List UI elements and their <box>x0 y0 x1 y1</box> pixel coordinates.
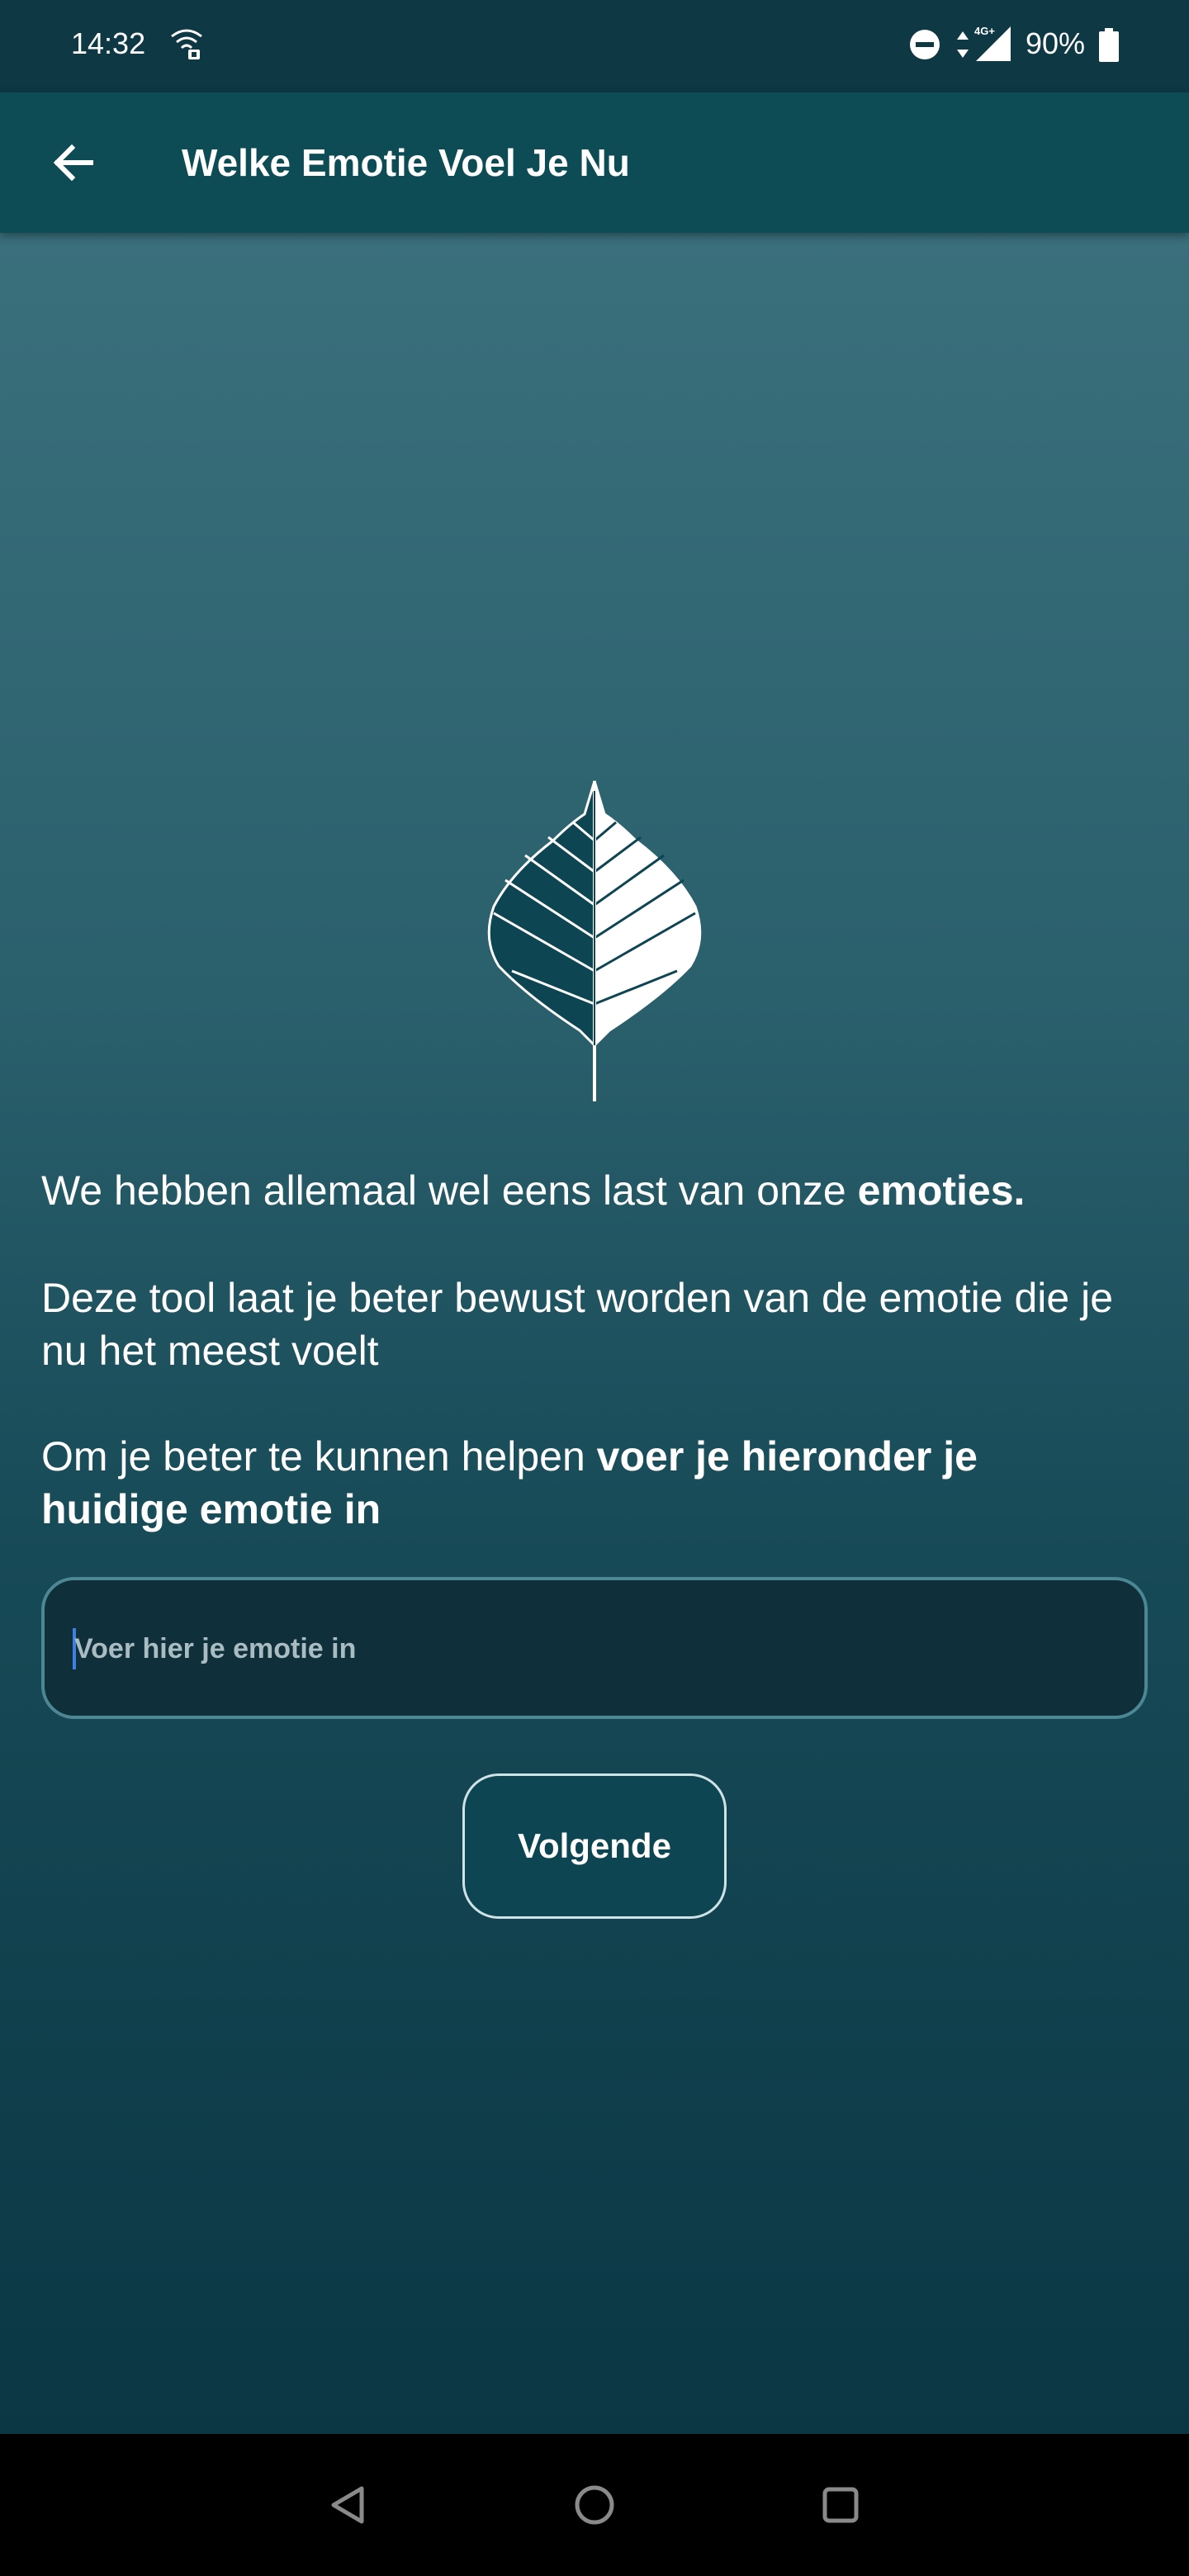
next-button[interactable]: Volgende <box>462 1773 727 1919</box>
page-title: Welke Emotie Voel Je Nu <box>182 141 630 184</box>
status-time: 14:32 <box>71 26 146 60</box>
home-circle-icon <box>575 2485 614 2525</box>
instruction-text-regular: Om je beter te kunnen helpen <box>41 1433 597 1480</box>
data-arrows-icon <box>955 30 971 64</box>
intro-text-bold: emoties. <box>857 1167 1026 1214</box>
recents-square-icon <box>822 2487 859 2523</box>
emotion-input-container <box>41 1577 1148 1719</box>
main-content: We hebben allemaal wel eens last van onz… <box>0 233 1189 2434</box>
system-nav-bar <box>0 2434 1189 2576</box>
nav-home-button[interactable] <box>561 2472 628 2538</box>
nav-back-button[interactable] <box>315 2472 381 2538</box>
screen: 14:32 4G+ 90% Welke Emotie Voel Je Nu We… <box>0 0 1189 2576</box>
intro-text-regular: We hebben allemaal wel eens last van onz… <box>41 1167 858 1214</box>
app-bar: Welke Emotie Voel Je Nu <box>0 92 1189 233</box>
instruction-text: Om je beter te kunnen helpen voer je hie… <box>41 1430 1115 1536</box>
battery-icon <box>1098 28 1120 67</box>
back-button[interactable] <box>36 126 109 199</box>
decorative-waves <box>0 2214 1189 2434</box>
wifi-calling-icon <box>167 25 206 69</box>
nav-recents-button[interactable] <box>808 2472 874 2538</box>
svg-text:4G+: 4G+ <box>974 25 995 37</box>
intro-text: We hebben allemaal wel eens last van onz… <box>41 1164 1148 1217</box>
emotion-input[interactable] <box>73 1580 1116 1717</box>
back-triangle-icon <box>331 2486 364 2524</box>
signal-icon: 4G+ <box>973 23 1012 67</box>
battery-percent: 90% <box>1026 26 1086 60</box>
leaf-icon <box>487 780 702 1101</box>
description-text: Deze tool laat je beter bewust worden va… <box>41 1275 1113 1374</box>
do-not-disturb-icon <box>908 28 941 65</box>
arrow-left-icon <box>53 144 93 182</box>
status-bar: 14:32 4G+ 90% <box>0 0 1189 92</box>
